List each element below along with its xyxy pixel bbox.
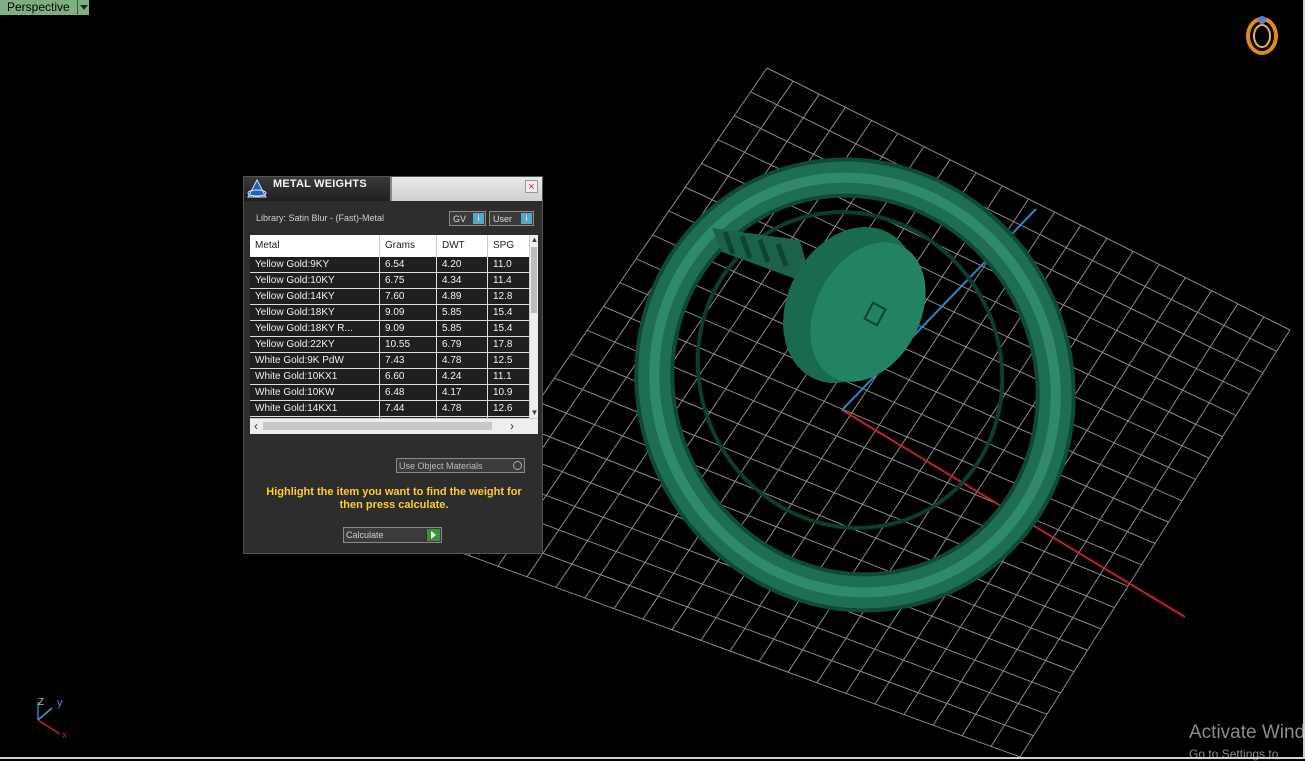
app-logo-icon: [247, 179, 267, 198]
table-cell: 6.79: [437, 337, 488, 352]
column-header-dwt[interactable]: DWT: [437, 235, 488, 257]
axis-gizmo: Z y x: [37, 697, 67, 741]
user-label: User: [493, 214, 513, 224]
vertical-scroll-thumb[interactable]: [531, 247, 537, 313]
gv-info-icon[interactable]: i: [473, 213, 484, 224]
table-header: Metal Grams DWT SPG: [250, 235, 529, 258]
vertical-scrollbar[interactable]: ▲ ▼: [529, 235, 538, 418]
table-cell: 10.9: [493, 387, 513, 398]
horizontal-scrollbar[interactable]: ‹ ›: [250, 418, 538, 434]
user-checkbox[interactable]: User i: [489, 211, 534, 226]
scroll-down-icon[interactable]: ▼: [530, 408, 538, 418]
table-cell: 9.09: [380, 321, 437, 336]
gizmo-x-label: x: [62, 730, 67, 741]
table-cell: 15.4: [493, 307, 513, 318]
table-cell: 10.55: [380, 337, 437, 352]
user-info-icon[interactable]: i: [521, 213, 532, 224]
column-header-grams[interactable]: Grams: [380, 235, 437, 257]
use-object-materials-toggle[interactable]: Use Object Materials: [396, 458, 525, 473]
table-cell: 9.09: [380, 305, 437, 320]
scroll-up-icon[interactable]: ▲: [530, 235, 538, 245]
close-button[interactable]: ×: [525, 180, 538, 193]
table-row[interactable]: Yellow Gold:10KY 6.75 4.34 11.4: [250, 273, 529, 289]
table-cell: White Gold:10KW: [250, 385, 380, 400]
panel-titlebar[interactable]: METAL WEIGHTS ×: [244, 177, 542, 201]
table-cell: 4.17: [437, 385, 488, 400]
table-cell: Yellow Gold:18KY R...: [250, 321, 380, 336]
viewport-canvas[interactable]: Z y x: [0, 0, 1305, 759]
table-body: Yellow Gold:9KY 6.54 4.20 11.0 Yellow Gold:1…: [250, 257, 529, 418]
panel-title-tab: METAL WEIGHTS: [244, 177, 392, 201]
column-header-metal[interactable]: Metal: [250, 235, 380, 257]
table-cell: 6.54: [380, 257, 437, 272]
gizmo-y-label: y: [57, 697, 63, 709]
table-row[interactable]: White Gold:14KX1 7.44 4.78 12.6: [250, 401, 529, 417]
table-cell: 4.78: [437, 353, 488, 368]
table-row[interactable]: Yellow Gold:18KY 9.09 5.85 15.4: [250, 305, 529, 321]
instruction-text: Highlight the item you want to find the …: [266, 486, 522, 511]
table-cell: 4.24: [437, 369, 488, 384]
table-cell: 11.1: [493, 371, 512, 382]
calculate-button[interactable]: Calculate: [343, 527, 442, 543]
table-cell: 12.8: [493, 291, 513, 302]
table-cell: 7.43: [380, 353, 437, 368]
table-cell: 6.75: [380, 273, 437, 288]
view-mode-label[interactable]: Perspective: [0, 0, 78, 15]
gv-label: GV: [453, 214, 467, 224]
ring-navigator-icon[interactable]: [1246, 16, 1278, 55]
table-row[interactable]: Yellow Gold:18KY R... 9.09 5.85 15.4: [250, 321, 529, 337]
table-row[interactable]: Yellow Gold:14KY 7.60 4.89 12.8: [250, 289, 529, 305]
table-cell: Yellow Gold:18KY: [250, 305, 380, 320]
table-cell: White Gold:9K PdW: [250, 353, 380, 368]
table-cell: 6.60: [380, 369, 437, 384]
metal-weights-panel: METAL WEIGHTS × Library: Satin Blur - (F…: [243, 176, 543, 554]
play-icon[interactable]: [427, 529, 440, 541]
table-cell: 5.85: [437, 305, 488, 320]
table-cell: 11.4: [493, 275, 512, 286]
metal-table[interactable]: Metal Grams DWT SPG Yellow Gold:9KY 6.54 4…: [250, 235, 538, 434]
table-cell: Yellow Gold:9KY: [250, 257, 380, 272]
table-cell: White Gold:10KX1: [250, 369, 380, 384]
table-cell: 15.4: [493, 323, 513, 334]
table-cell: 7.44: [380, 401, 437, 416]
calculate-label: Calculate: [346, 530, 384, 540]
column-header-spg[interactable]: SPG: [488, 235, 529, 257]
table-cell: Yellow Gold:22KY: [250, 337, 380, 352]
gizmo-z-label: Z: [38, 697, 44, 708]
table-row[interactable]: Yellow Gold:22KY 10.55 6.79 17.8: [250, 337, 529, 353]
table-cell: 5.85: [437, 321, 488, 336]
scroll-right-icon[interactable]: ›: [506, 419, 518, 434]
table-cell: 4.34: [437, 273, 488, 288]
activation-watermark-title: Activate Wind: [1189, 722, 1305, 743]
panel-title: METAL WEIGHTS: [273, 178, 367, 190]
table-cell: Yellow Gold:14KY: [250, 289, 380, 304]
view-mode-dropdown[interactable]: [77, 0, 89, 15]
library-label: Library: Satin Blur - (Fast)-Metal: [256, 213, 385, 223]
table-row[interactable]: Yellow Gold:9KY 6.54 4.20 11.0: [250, 257, 529, 273]
table-cell: 4.89: [437, 289, 488, 304]
scroll-left-icon[interactable]: ‹: [250, 419, 262, 434]
table-cell: 17.8: [493, 339, 513, 350]
table-row[interactable]: White Gold:10KW 6.48 4.17 10.9: [250, 385, 529, 401]
3d-viewport[interactable]: Z y x Perspective: [0, 0, 1305, 759]
table-cell: 7.60: [380, 289, 437, 304]
table-cell: White Gold:14KX1: [250, 401, 380, 416]
table-cell: 4.20: [437, 257, 488, 272]
table-row[interactable]: White Gold:10KX1 6.60 4.24 11.1: [250, 369, 529, 385]
table-cell: 12.5: [493, 355, 513, 366]
use-object-materials-label: Use Object Materials: [399, 461, 483, 471]
gv-checkbox[interactable]: GV i: [449, 211, 486, 226]
table-row[interactable]: White Gold:9K PdW 7.43 4.78 12.5: [250, 353, 529, 369]
table-cell: 11.0: [493, 259, 512, 270]
table-cell: Yellow Gold:10KY: [250, 273, 380, 288]
table-cell: 4.78: [437, 401, 488, 416]
toggle-icon[interactable]: [513, 461, 522, 470]
horizontal-scroll-thumb[interactable]: [263, 422, 492, 430]
table-cell: 12.6: [493, 403, 513, 414]
table-cell: 6.48: [380, 385, 437, 400]
